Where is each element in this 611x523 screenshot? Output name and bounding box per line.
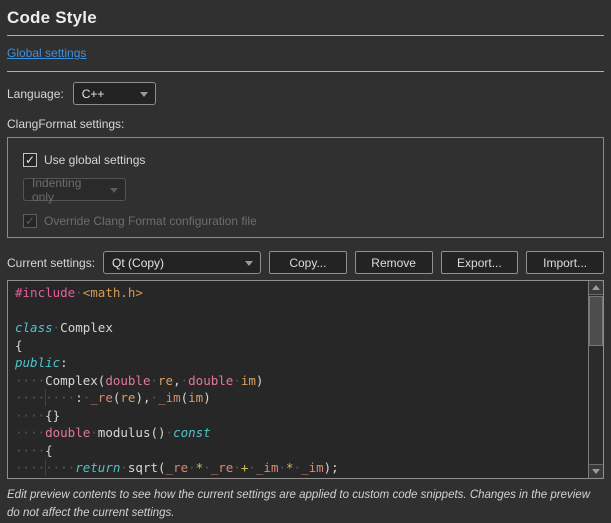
override-config-checkbox: ✓ Override Clang Format configuration fi…: [23, 214, 588, 228]
code-lines: #include·<math.h> class·Complex{public:·…: [15, 284, 583, 477]
use-global-settings-checkbox[interactable]: ✓ Use global settings: [23, 153, 588, 167]
remove-button[interactable]: Remove: [355, 251, 433, 274]
language-select[interactable]: C++: [73, 82, 156, 105]
footer-note: Edit preview contents to see how the cur…: [7, 487, 604, 523]
separator: [7, 71, 604, 72]
clangformat-group: ✓ Use global settings Indenting only ✓ O…: [7, 137, 604, 238]
language-label: Language:: [7, 87, 64, 101]
override-config-label: Override Clang Format configuration file: [44, 214, 257, 228]
scroll-thumb[interactable]: [589, 296, 603, 346]
vertical-scrollbar[interactable]: [588, 281, 603, 478]
formatting-mode-value: Indenting only: [32, 176, 103, 204]
chevron-down-icon: [245, 261, 253, 266]
checkbox-checked-icon: ✓: [23, 153, 37, 167]
code-preview-editor[interactable]: #include·<math.h> class·Complex{public:·…: [7, 280, 604, 479]
checkbox-checked-icon: ✓: [23, 214, 37, 228]
scroll-down-button[interactable]: [589, 464, 603, 478]
language-value: C++: [82, 87, 105, 101]
export-button[interactable]: Export...: [441, 251, 519, 274]
clangformat-settings-label: ClangFormat settings:: [7, 117, 604, 131]
chevron-down-icon: [110, 188, 118, 193]
indent-guide: [45, 459, 46, 476]
current-settings-label: Current settings:: [7, 256, 95, 270]
language-row: Language: C++: [7, 82, 604, 105]
page-title: Code Style: [7, 6, 604, 35]
indent-guide: [45, 389, 46, 406]
formatting-mode-select: Indenting only: [23, 178, 126, 201]
use-global-settings-label: Use global settings: [44, 153, 145, 167]
current-settings-row: Current settings: Qt (Copy) Copy... Remo…: [7, 251, 604, 274]
global-settings-link[interactable]: Global settings: [7, 46, 86, 60]
scroll-up-button[interactable]: [589, 281, 603, 295]
triangle-up-icon: [592, 285, 600, 290]
current-settings-value: Qt (Copy): [112, 256, 164, 270]
chevron-down-icon: [140, 92, 148, 97]
triangle-down-icon: [592, 469, 600, 474]
import-button[interactable]: Import...: [526, 251, 604, 274]
copy-button[interactable]: Copy...: [269, 251, 347, 274]
current-settings-select[interactable]: Qt (Copy): [103, 251, 261, 274]
